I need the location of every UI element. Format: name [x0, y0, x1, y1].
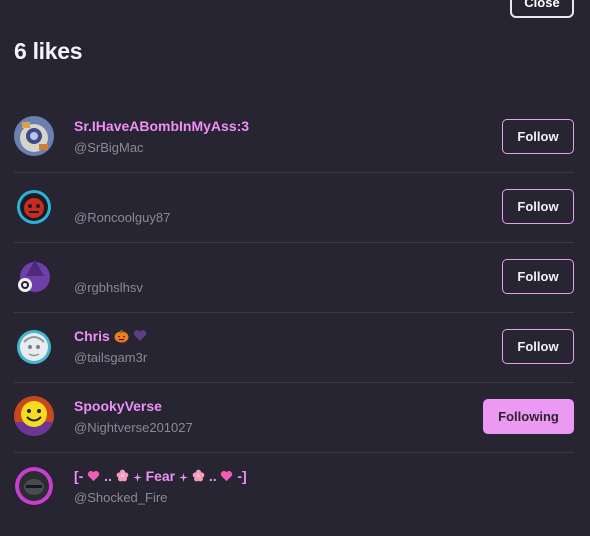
purple-wizard-avatar-icon: [14, 256, 54, 296]
user-display-name[interactable]: SpookyVerse: [74, 398, 162, 414]
user-handle: @tailsgam3r: [74, 350, 148, 365]
user-display-name[interactable]: Chris: [74, 328, 147, 346]
follow-button[interactable]: Follow: [502, 189, 574, 224]
list-item: @rgbhslhsv Follow: [0, 242, 590, 312]
cherry-blossom-icon: [116, 469, 129, 485]
cherry-blossom-icon: [192, 469, 205, 485]
avatar[interactable]: [14, 466, 54, 506]
pink-heart-icon: [220, 469, 233, 485]
pink-heart-icon: [87, 469, 100, 485]
avatar[interactable]: [14, 256, 54, 296]
avatar[interactable]: [14, 396, 54, 436]
follow-button[interactable]: Follow: [502, 119, 574, 154]
follow-button[interactable]: Follow: [502, 329, 574, 364]
user-handle: @Nightverse201027: [74, 420, 193, 435]
likes-count-title: 6 likes: [14, 38, 83, 64]
list-item: Sr.IHaveABombInMyAss:3 @SrBigMac Follow: [0, 102, 590, 172]
dark-helmet-avatar-icon: [14, 466, 54, 506]
following-button[interactable]: Following: [483, 399, 574, 434]
list-item: Chris @tailsgam3r Follow: [0, 312, 590, 382]
user-display-name-text: Chris: [74, 328, 110, 344]
red-mask-avatar-icon: [14, 186, 54, 226]
user-display-name[interactable]: [- .. Fear .. -]: [74, 468, 247, 485]
avatar[interactable]: [14, 326, 54, 366]
avatar[interactable]: [14, 116, 54, 156]
name-dots: ..: [208, 468, 217, 484]
user-handle: @SrBigMac: [74, 140, 144, 155]
list-item: @Roncoolguy87 Follow: [0, 172, 590, 242]
likes-list: Sr.IHaveABombInMyAss:3 @SrBigMac Follow …: [0, 102, 590, 522]
name-bracket-close: -]: [237, 468, 247, 484]
sketch-character-avatar-icon: [14, 326, 54, 366]
user-handle: @Roncoolguy87: [74, 210, 171, 225]
yellow-smiley-avatar-icon: [14, 396, 54, 436]
list-item: SpookyVerse @Nightverse201027 Following: [0, 382, 590, 452]
sparkle-icon: [132, 469, 142, 485]
name-bracket-open: [-: [74, 468, 84, 484]
user-display-name[interactable]: Sr.IHaveABombInMyAss:3: [74, 118, 249, 134]
purple-heart-icon: [133, 329, 147, 345]
user-handle: @Shocked_Fire: [74, 490, 168, 505]
follow-button[interactable]: Follow: [502, 259, 574, 294]
close-button[interactable]: Close: [510, 0, 574, 18]
list-item: [- .. Fear .. -] @Shocked_Fire: [0, 452, 590, 522]
user-handle: @rgbhslhsv: [74, 280, 143, 295]
avatar[interactable]: [14, 186, 54, 226]
pumpkin-icon: [114, 329, 129, 346]
name-dots: ..: [104, 468, 112, 484]
sunglasses-character-avatar-icon: [14, 116, 54, 156]
sparkle-icon: [179, 469, 189, 485]
likes-panel: Close 6 likes Sr.IHaveABombInMyAss:3 @Sr…: [0, 0, 590, 536]
name-fear-text: Fear: [145, 468, 176, 484]
